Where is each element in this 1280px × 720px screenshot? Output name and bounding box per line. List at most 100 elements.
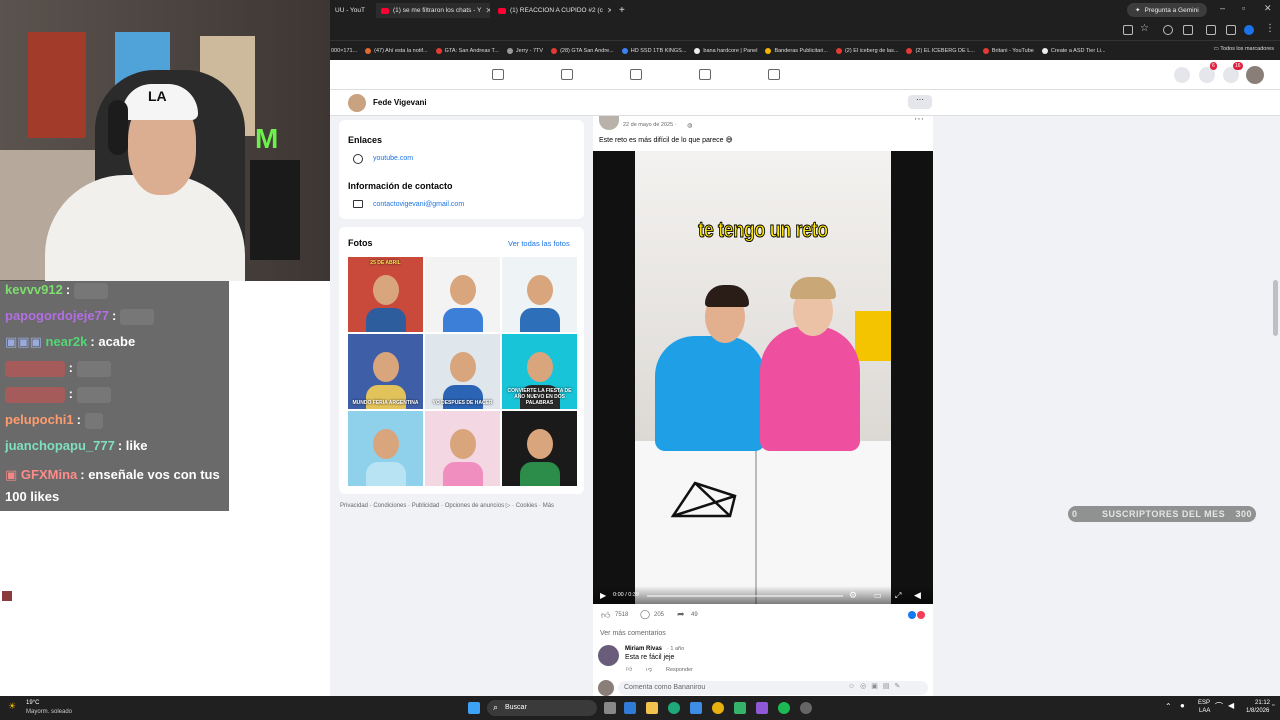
browser-tab[interactable]: UU - YouT ✕	[330, 3, 370, 18]
maximize-icon[interactable]: ▫	[1242, 3, 1245, 13]
video-icon[interactable]	[561, 69, 573, 80]
network-icon[interactable]: ⌒	[1215, 701, 1223, 712]
bookmark-item[interactable]: 000×171...	[331, 48, 357, 54]
weather-icon[interactable]: ☀	[8, 701, 16, 712]
fullscreen-icon[interactable]: ⤢	[895, 591, 901, 601]
photo-thumbnail[interactable]: 25 DE ABRIL	[348, 257, 423, 332]
close-icon[interactable]: ✕	[369, 6, 370, 15]
marketplace-icon[interactable]	[699, 69, 711, 80]
comment-like-icon[interactable]: 👍︎	[626, 665, 632, 673]
clock-time[interactable]: 21:12	[1255, 700, 1270, 706]
bookmark-item[interactable]: Create a ASD Tier Li...	[1041, 47, 1106, 54]
like-icon[interactable]: 👍︎	[601, 610, 610, 621]
post-date[interactable]: 22 de mayo de 2025 ·	[623, 122, 677, 128]
youtube-link[interactable]: youtube.com	[373, 155, 413, 162]
settings-icon[interactable]: ⚙	[849, 590, 857, 601]
video-player[interactable]: te tengo un reto ▶ 0:00 / 0:39 ⚙ ▭ ⤢ ◀	[593, 151, 933, 604]
minimize-icon[interactable]: –	[1220, 3, 1225, 13]
store-icon[interactable]	[690, 702, 702, 714]
home-icon[interactable]	[492, 69, 504, 80]
contact-email-link[interactable]: contactovigevani@gmail.com	[373, 201, 464, 208]
bookmark-item[interactable]: HD SSD 1TB KINGS...	[621, 47, 686, 54]
task-view-icon[interactable]	[604, 702, 616, 714]
photo-thumbnail[interactable]: YO DESPUES DE HACER	[425, 334, 500, 409]
app-icon[interactable]	[734, 702, 746, 714]
bookmark-item[interactable]: (2) EL ICEBERG DE L...	[906, 47, 975, 54]
bookmark-item[interactable]: (2) El iceberg de las...	[835, 47, 898, 54]
taskbar-search[interactable]: ⌕ Buscar	[487, 700, 597, 716]
puzzle-icon[interactable]	[1183, 25, 1193, 35]
app-icon[interactable]	[800, 702, 812, 714]
photo-thumbnail[interactable]	[502, 257, 577, 332]
close-icon[interactable]: ✕	[607, 6, 611, 15]
comment-tools-icons[interactable]: ☺◎▣▤✎	[848, 682, 905, 690]
install-icon[interactable]	[1123, 25, 1133, 35]
bookmark-item[interactable]: Banderas Publicitari...	[765, 47, 828, 54]
windows-start-icon[interactable]	[468, 702, 480, 714]
weather-temp[interactable]: 19°C	[26, 700, 39, 706]
post-menu-icon[interactable]: ⋯	[914, 114, 924, 125]
apps-grid-icon[interactable]	[1174, 67, 1190, 83]
comment-dislike-icon[interactable]: 👎︎	[646, 665, 652, 673]
video-progress-bar[interactable]	[647, 595, 843, 597]
miniplayer-icon[interactable]: ▭	[874, 591, 882, 600]
see-more-comments[interactable]: Ver más comentarios	[600, 630, 666, 637]
page-avatar[interactable]	[348, 94, 366, 112]
gemini-button[interactable]: ✦ Pregunta a Gemini	[1127, 3, 1207, 17]
comment-reply-link[interactable]: Responder	[666, 667, 693, 673]
more-options-button[interactable]: ···	[908, 95, 932, 109]
footer-links[interactable]: Privacidad · Condiciones · Publicidad · …	[340, 502, 554, 509]
photo-thumbnail[interactable]	[348, 411, 423, 486]
close-icon[interactable]: ✕	[485, 6, 490, 15]
bookmark-item[interactable]: GTA: San Andreas T...	[435, 47, 499, 54]
page-name[interactable]: Fede Vigevani	[373, 98, 427, 107]
chevron-up-icon[interactable]: ⌃	[1165, 702, 1172, 711]
menu-dots-icon[interactable]: ⋮	[1265, 23, 1275, 34]
comment-author[interactable]: Miriam Rivas	[625, 646, 662, 652]
widgets-icon[interactable]	[624, 702, 636, 714]
mic-icon[interactable]: ●	[1180, 701, 1185, 710]
browser-tab[interactable]: (1) se me filtraron los chats - Y ✕	[376, 3, 490, 18]
new-tab-button[interactable]: +	[614, 3, 630, 18]
browser-tab[interactable]: (1) REACCION A CUPIDO #2 (c ✕	[493, 3, 611, 18]
photo-thumbnail[interactable]	[425, 411, 500, 486]
app-icon[interactable]	[756, 702, 768, 714]
photo-thumbnail[interactable]: CONVIERTE LA FIESTA DE AÑO NUEVO EN DOS …	[502, 334, 577, 409]
page-scrollbar[interactable]	[1273, 280, 1278, 336]
lang-indicator-2[interactable]: LAA	[1199, 708, 1210, 714]
bookmark-item[interactable]: Britani - YouTube	[982, 47, 1034, 54]
avatar[interactable]	[1246, 66, 1264, 84]
file-explorer-icon[interactable]	[646, 702, 658, 714]
edit-icon[interactable]	[1226, 25, 1236, 35]
close-window-icon[interactable]: ✕	[1264, 3, 1272, 14]
weather-desc[interactable]: Mayorm. soleado	[26, 709, 72, 715]
chrome-icon[interactable]	[712, 702, 724, 714]
bookmark-item[interactable]: (28) GTA San Andre...	[551, 47, 614, 54]
edge-icon[interactable]	[668, 702, 680, 714]
photo-thumbnail[interactable]: MUNDO FERIA ARGENTINA	[348, 334, 423, 409]
spotify-icon[interactable]	[778, 702, 790, 714]
notification-icon[interactable]: ▫	[1272, 702, 1274, 709]
comment-input[interactable]: Comenta como Bananirou ☺◎▣▤✎	[618, 681, 928, 695]
bookmark-item[interactable]: (47) Ahí esta la notif...	[365, 47, 428, 54]
volume-icon[interactable]: ◀	[1228, 701, 1234, 710]
megaphone-icon[interactable]	[768, 69, 780, 80]
download-icon[interactable]	[1206, 25, 1216, 35]
flag-icon[interactable]	[630, 69, 642, 80]
photo-thumbnail[interactable]	[502, 411, 577, 486]
play-icon[interactable]: ▶	[600, 591, 606, 600]
comment-avatar[interactable]	[598, 645, 619, 666]
bookmark-item[interactable]: bana hardcore | Panel	[694, 47, 757, 54]
post-author-avatar[interactable]	[599, 116, 619, 130]
extension-icon[interactable]	[1163, 25, 1173, 35]
profile-icon[interactable]	[1244, 25, 1254, 35]
star-icon[interactable]: ☆	[1140, 23, 1149, 34]
lang-indicator[interactable]: ESP	[1198, 700, 1210, 706]
share-icon[interactable]: ➦	[677, 609, 685, 620]
all-bookmarks-button[interactable]: ▭ Todos los marcadores	[1214, 46, 1274, 52]
clock-date[interactable]: 1/8/2026	[1246, 708, 1269, 714]
bookmark-item[interactable]: Jerry - 7TV	[506, 47, 543, 54]
comment-icon[interactable]: ◯	[640, 609, 650, 620]
see-all-photos-link[interactable]: Ver todas las fotos	[508, 239, 570, 248]
photo-thumbnail[interactable]	[425, 257, 500, 332]
